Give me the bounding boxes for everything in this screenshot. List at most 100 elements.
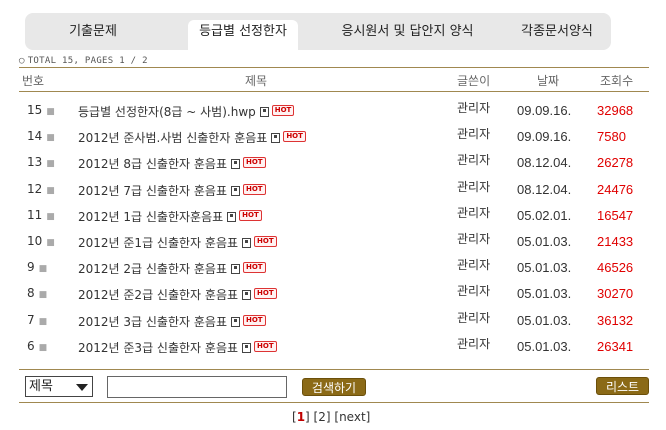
post-views: 16547 <box>597 207 634 223</box>
divider <box>19 67 649 68</box>
post-date: 05.01.03. <box>517 286 572 302</box>
post-views: 36132 <box>597 312 634 328</box>
post-title-link[interactable]: 2012년 3급 신출한자 훈음표 HOT <box>78 313 266 330</box>
post-author: 관리자 <box>457 127 491 142</box>
disk-icon <box>230 185 240 196</box>
disk-icon <box>230 316 240 327</box>
divider <box>19 91 649 92</box>
column-header-num: 번호 <box>22 74 45 88</box>
divider <box>19 369 649 370</box>
post-title-link[interactable]: 2012년 준3급 신출한자 훈음표 HOT <box>78 339 277 356</box>
post-views: 26341 <box>597 338 634 354</box>
hot-badge: HOT <box>242 157 266 169</box>
table-row: 11 ■ 2012년 1급 신출한자훈음표 HOT 관리자 05.02.01. 16547 <box>0 204 666 230</box>
disk-icon <box>230 159 240 170</box>
search-button[interactable]: 검색하기 <box>302 378 366 396</box>
post-views: 46526 <box>597 260 634 276</box>
tab-application-forms[interactable]: 응시원서 및 답안지 양식 <box>325 20 490 50</box>
post-views: 7580 <box>597 129 626 145</box>
post-author: 관리자 <box>457 258 491 273</box>
post-title-link[interactable]: 2012년 준2급 신출한자 훈음표 HOT <box>78 286 277 303</box>
category-tabbar: 기출문제 등급별 선정한자 응시원서 및 답안지 양식 각종문서양식 <box>25 13 611 50</box>
search-input[interactable] <box>107 376 287 398</box>
hot-badge: HOT <box>283 131 306 143</box>
post-date: 05.02.01. <box>517 207 572 223</box>
table-row: 14 ■ 2012년 준사범.사범 신출한자 훈음표 HOT 관리자 09.09.16. 7… <box>0 125 666 151</box>
post-title-link[interactable]: 2012년 준1급 신출한자 훈음표 HOT <box>78 234 277 251</box>
post-date: 05.01.03. <box>517 234 572 249</box>
post-title-link[interactable]: 2012년 8급 신출한자 훈음표 HOT <box>78 155 266 172</box>
table-row: 8 ■ 2012년 준2급 신출한자 훈음표 HOT 관리자 05.01.03. 30270 <box>0 282 666 308</box>
table-row: 6 ■ 2012년 준3급 신출한자 훈음표 HOT 관리자 05.01.03. 26341 <box>0 335 666 361</box>
bullet-icon: ■ <box>38 290 48 301</box>
post-date: 08.12.04. <box>517 155 572 171</box>
row-number: 15 ■ <box>27 103 55 117</box>
row-number: 9 ■ <box>27 260 48 275</box>
bullet-icon: ■ <box>46 159 55 170</box>
disk-icon <box>259 107 269 117</box>
table-row: 15 ■ 등급별 선정한자(8급 ~ 사범).hwp HOT 관리자 09.09.16. 3… <box>0 99 666 125</box>
post-title-link[interactable]: 2012년 7급 신출한자 훈음표 HOT <box>78 182 266 199</box>
table-row: 12 ■ 2012년 7급 신출한자 훈음표 HOT 관리자 08.12.04. 24476 <box>0 178 666 204</box>
hot-badge: HOT <box>242 183 266 195</box>
summary-text: TOTAL 15, PAGES 1 / 2 <box>27 56 148 66</box>
row-number: 6 ■ <box>27 338 48 353</box>
bulb-icon: ◯ <box>19 56 25 66</box>
post-date: 05.01.03. <box>517 312 572 328</box>
divider <box>19 402 649 403</box>
bullet-icon: ■ <box>38 316 48 327</box>
disk-icon <box>242 290 252 301</box>
row-number: 14 ■ <box>27 129 55 144</box>
post-author: 관리자 <box>457 336 491 351</box>
post-author: 관리자 <box>457 310 491 325</box>
post-views: 30270 <box>597 286 634 302</box>
disk-icon <box>242 238 252 248</box>
post-date: 05.01.03. <box>517 260 572 276</box>
tab-document-forms[interactable]: 각종문서양식 <box>507 20 607 50</box>
tab-past-exams[interactable]: 기출문제 <box>43 20 143 50</box>
post-views: 26278 <box>597 155 634 171</box>
column-header-title: 제목 <box>245 74 268 88</box>
disk-icon <box>227 211 237 222</box>
table-row: 13 ■ 2012년 8급 신출한자 훈음표 HOT 관리자 08.12.04. 26278 <box>0 151 666 177</box>
post-date: 08.12.04. <box>517 181 572 197</box>
disk-icon <box>271 133 281 144</box>
column-header-views: 조회수 <box>600 74 634 88</box>
post-date: 05.01.03. <box>517 338 572 354</box>
post-title-link[interactable]: 등급별 선정한자(8급 ~ 사범).hwp HOT <box>78 103 295 120</box>
page-link[interactable]: 2 <box>318 410 326 424</box>
bullet-icon: ■ <box>46 238 55 248</box>
post-views: 24476 <box>597 181 634 197</box>
post-author: 관리자 <box>457 179 491 194</box>
table-row: 10 ■ 2012년 준1급 신출한자 훈음표 HOT 관리자 05.01.03. 2143… <box>0 230 666 256</box>
post-date: 09.09.16. <box>517 129 572 145</box>
post-title-link[interactable]: 2012년 1급 신출한자훈음표 HOT <box>78 208 262 225</box>
page-current[interactable]: 1 <box>297 410 305 424</box>
row-number: 8 ■ <box>27 286 48 301</box>
list-button[interactable]: 리스트 <box>596 377 649 395</box>
hot-badge: HOT <box>239 209 262 221</box>
post-author: 관리자 <box>457 284 491 299</box>
hot-badge: HOT <box>254 288 277 300</box>
bullet-icon: ■ <box>38 264 48 275</box>
bullet-icon: ■ <box>46 185 55 196</box>
row-number: 7 ■ <box>27 312 48 327</box>
tab-selected-hanja[interactable]: 등급별 선정한자 <box>188 20 298 50</box>
row-number: 10 ■ <box>27 234 55 248</box>
post-views: 21433 <box>597 234 634 249</box>
pagination: [1] [2] [next] <box>292 410 371 424</box>
column-header-date: 날짜 <box>537 74 560 88</box>
bullet-icon: ■ <box>46 211 55 222</box>
post-author: 관리자 <box>457 101 491 115</box>
disk-icon <box>230 264 240 275</box>
search-field-select[interactable]: 제목 <box>25 376 93 397</box>
post-date: 09.09.16. <box>517 103 572 118</box>
post-title-link[interactable]: 2012년 준사범.사범 신출한자 훈음표 HOT <box>78 129 306 146</box>
post-title-link[interactable]: 2012년 2급 신출한자 훈음표 HOT <box>78 260 266 277</box>
bullet-icon: ■ <box>46 107 55 117</box>
post-author: 관리자 <box>457 205 491 220</box>
hot-badge: HOT <box>254 236 277 247</box>
next-page-link[interactable]: next <box>339 410 366 424</box>
column-header-author: 글쓴이 <box>457 74 491 88</box>
list-summary: ◯ TOTAL 15, PAGES 1 / 2 <box>19 56 148 66</box>
